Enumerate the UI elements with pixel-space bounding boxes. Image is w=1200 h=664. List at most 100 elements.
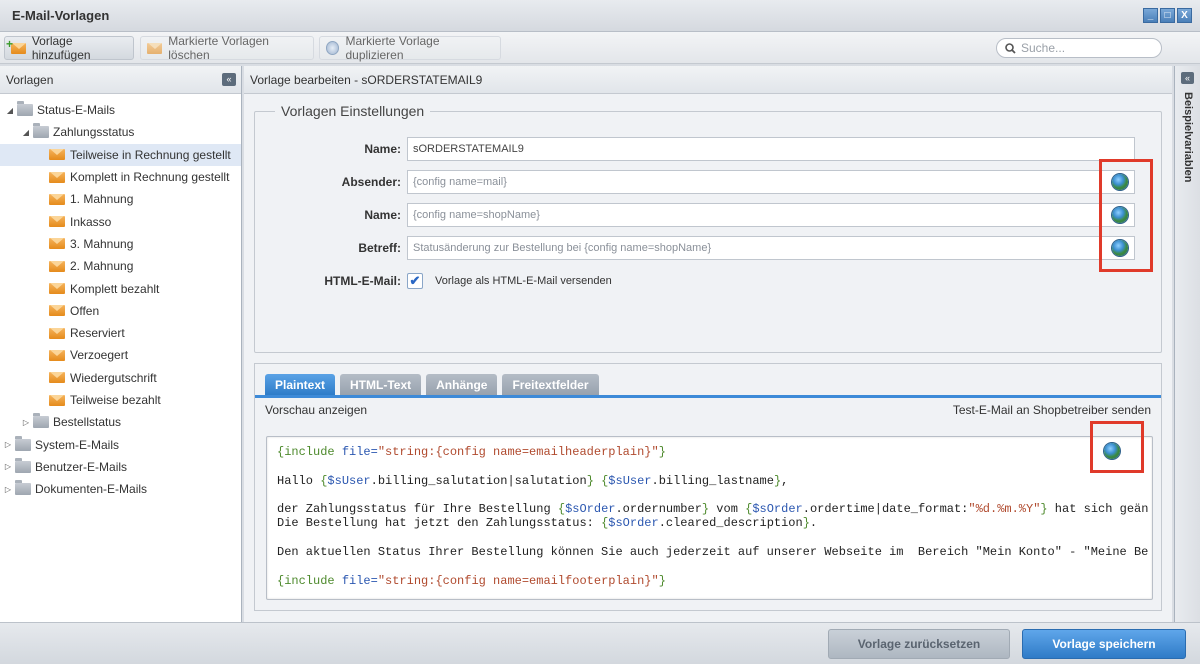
envelope-icon <box>49 216 65 228</box>
sender-value: {config name=mail} <box>413 176 507 188</box>
tab-plaintext[interactable]: Plaintext <box>265 374 336 395</box>
tree-item-template[interactable]: Teilweise bezahlt <box>0 389 241 411</box>
tree-item-template[interactable]: Wiedergutschrift <box>0 367 241 389</box>
tree-label: Reserviert <box>70 326 125 341</box>
tab-attachments[interactable]: Anhänge <box>426 374 498 395</box>
editor-header: Vorlage bearbeiten - sORDERSTATEMAIL9 <box>244 66 1172 94</box>
editor-panel: Vorlage bearbeiten - sORDERSTATEMAIL9 Vo… <box>244 66 1172 622</box>
tree-node-zahlungsstatus[interactable]: ◢ Zahlungsstatus <box>0 121 241 143</box>
envelope-icon <box>49 372 65 384</box>
tree-item-template[interactable]: Reserviert <box>0 322 241 344</box>
example-variables-title[interactable]: Beispielvariablen <box>1182 92 1194 183</box>
delete-templates-button[interactable]: Markierte Vorlagen löschen <box>140 34 314 62</box>
plaintext-editor[interactable]: {include file="string:{config name=email… <box>266 436 1153 600</box>
code-line-1: {include file="string:{config name=email… <box>277 445 666 459</box>
folder-open-icon <box>17 101 33 117</box>
tree-item-template[interactable]: 2. Mahnung <box>0 255 241 277</box>
tree-label: Benutzer-E-Mails <box>35 459 128 474</box>
save-template-button[interactable]: Vorlage speichern <box>1022 629 1186 659</box>
expand-right-button[interactable]: « <box>1181 72 1194 84</box>
code-line-6: {include file="string:{config name=email… <box>277 573 666 588</box>
search-box <box>996 38 1162 58</box>
preview-button[interactable]: Vorschau anzeigen <box>265 403 367 417</box>
folder-open-icon <box>33 123 49 139</box>
tree-item-template[interactable]: Verzoegert <box>0 344 241 366</box>
tree-label: Status-E-Mails <box>37 103 116 118</box>
example-variables-panel[interactable]: « Beispielvariablen <box>1174 66 1200 622</box>
tree-item-template[interactable]: Komplett bezahlt <box>0 277 241 299</box>
tree-label: Verzoegert <box>70 348 129 363</box>
name-input[interactable]: sORDERSTATEMAIL9 <box>407 137 1135 161</box>
expanded-arrow-icon[interactable]: ◢ <box>5 106 15 115</box>
subject-label: Betreff: <box>358 241 401 255</box>
tree-label: 3. Mahnung <box>70 236 134 251</box>
sender-row: Absender: {config name=mail} <box>255 169 1135 195</box>
envelope-delete-icon <box>147 42 163 54</box>
folder-icon <box>15 435 31 451</box>
code-line-5: Den aktuellen Status Ihrer Bestellung kö… <box>277 545 1149 560</box>
templates-panel: Vorlagen « ◢ Status-E-Mails ◢ Zahlungsstat… <box>0 66 242 622</box>
sender-name-label: Name: <box>364 208 401 222</box>
collapsed-arrow-icon[interactable]: ▷ <box>3 440 13 449</box>
tab-html-text[interactable]: HTML-Text <box>340 374 422 395</box>
envelope-icon <box>49 193 65 205</box>
tree-item-template[interactable]: Teilweise in Rechnung gestellt <box>0 143 241 166</box>
duplicate-template-button[interactable]: Markierte Vorlage duplizieren <box>319 34 501 62</box>
search-input[interactable] <box>1021 41 1151 55</box>
minimize-button[interactable]: _ <box>1143 8 1158 23</box>
tree-item-template[interactable]: Komplett in Rechnung gestellt <box>0 166 241 188</box>
highlight-box <box>1090 421 1144 473</box>
collapse-left-button[interactable]: « <box>222 73 236 86</box>
tree-node-system-emails[interactable]: ▷ System-E-Mails <box>0 433 241 455</box>
code-line-4: Die Bestellung hat jetzt den Zahlungssta… <box>277 516 818 531</box>
tree-label: Teilweise in Rechnung gestellt <box>70 147 231 162</box>
window-titlebar: E-Mail-Vorlagen _ □ X <box>0 0 1200 32</box>
tree-label: Dokumenten-E-Mails <box>35 482 148 497</box>
tree-label: Zahlungsstatus <box>53 125 135 140</box>
sender-name-input[interactable]: {config name=shopName} <box>407 203 1135 227</box>
tree-item-template[interactable]: Inkasso <box>0 210 241 232</box>
window-controls: _ □ X <box>1143 8 1192 23</box>
html-email-checkbox-label[interactable]: Vorlage als HTML-E-Mail versenden <box>435 275 612 287</box>
tab-free-text-fields[interactable]: Freitextfelder <box>502 374 599 395</box>
maximize-button[interactable]: □ <box>1160 8 1175 23</box>
collapsed-arrow-icon[interactable]: ▷ <box>3 485 13 494</box>
duplicate-template-label: Markierte Vorlage duplizieren <box>345 34 440 62</box>
envelope-icon <box>49 171 65 183</box>
sender-input[interactable]: {config name=mail} <box>407 170 1135 194</box>
expanded-arrow-icon[interactable]: ◢ <box>21 128 31 137</box>
tree-node-status-emails[interactable]: ◢ Status-E-Mails <box>0 99 241 121</box>
template-tree: ◢ Status-E-Mails ◢ Zahlungsstatus Teilweis… <box>0 94 241 500</box>
tree-item-template[interactable]: Offen <box>0 300 241 322</box>
add-template-label: Vorlage hinzufügen <box>31 34 91 62</box>
envelope-icon <box>49 149 65 161</box>
test-mail-button[interactable]: Test-E-Mail an Shopbetreiber senden <box>953 403 1151 417</box>
folder-icon <box>15 480 31 496</box>
template-settings-fieldset: Vorlagen Einstellungen Name: sORDERSTATE… <box>254 103 1162 353</box>
delete-templates-label: Markierte Vorlagen löschen <box>168 34 269 62</box>
code-content: {include file="string:{config name=email… <box>267 437 1152 588</box>
subject-input[interactable]: Statusänderung zur Bestellung bei {confi… <box>407 236 1135 260</box>
templates-panel-header: Vorlagen « <box>0 66 241 94</box>
code-line-2: Hallo {$sUser.billing_salutation|salutat… <box>277 473 789 488</box>
tree-label: Wiedergutschrift <box>70 370 157 385</box>
close-button[interactable]: X <box>1177 8 1192 23</box>
search-icon <box>1005 42 1016 54</box>
tree-item-template[interactable]: 3. Mahnung <box>0 233 241 255</box>
collapsed-arrow-icon[interactable]: ▷ <box>3 462 13 471</box>
envelope-icon <box>49 283 65 295</box>
html-email-checkbox[interactable]: ✔ <box>407 273 423 289</box>
envelope-add-icon <box>6 37 26 54</box>
tree-item-template[interactable]: 1. Mahnung <box>0 188 241 210</box>
folder-icon <box>15 457 31 473</box>
tree-node-dokumenten-emails[interactable]: ▷ Dokumenten-E-Mails <box>0 478 241 500</box>
editor-title: Vorlage bearbeiten - sORDERSTATEMAIL9 <box>250 72 483 87</box>
collapsed-arrow-icon[interactable]: ▷ <box>21 418 31 427</box>
tree-node-bestellstatus[interactable]: ▷ Bestellstatus <box>0 411 241 433</box>
envelope-icon <box>49 327 65 339</box>
highlight-box <box>1099 159 1153 272</box>
subject-row: Betreff: Statusänderung zur Bestellung b… <box>255 235 1135 261</box>
add-template-button[interactable]: Vorlage hinzufügen <box>4 34 134 62</box>
reset-template-button[interactable]: Vorlage zurücksetzen <box>828 629 1010 659</box>
tree-node-benutzer-emails[interactable]: ▷ Benutzer-E-Mails <box>0 456 241 478</box>
